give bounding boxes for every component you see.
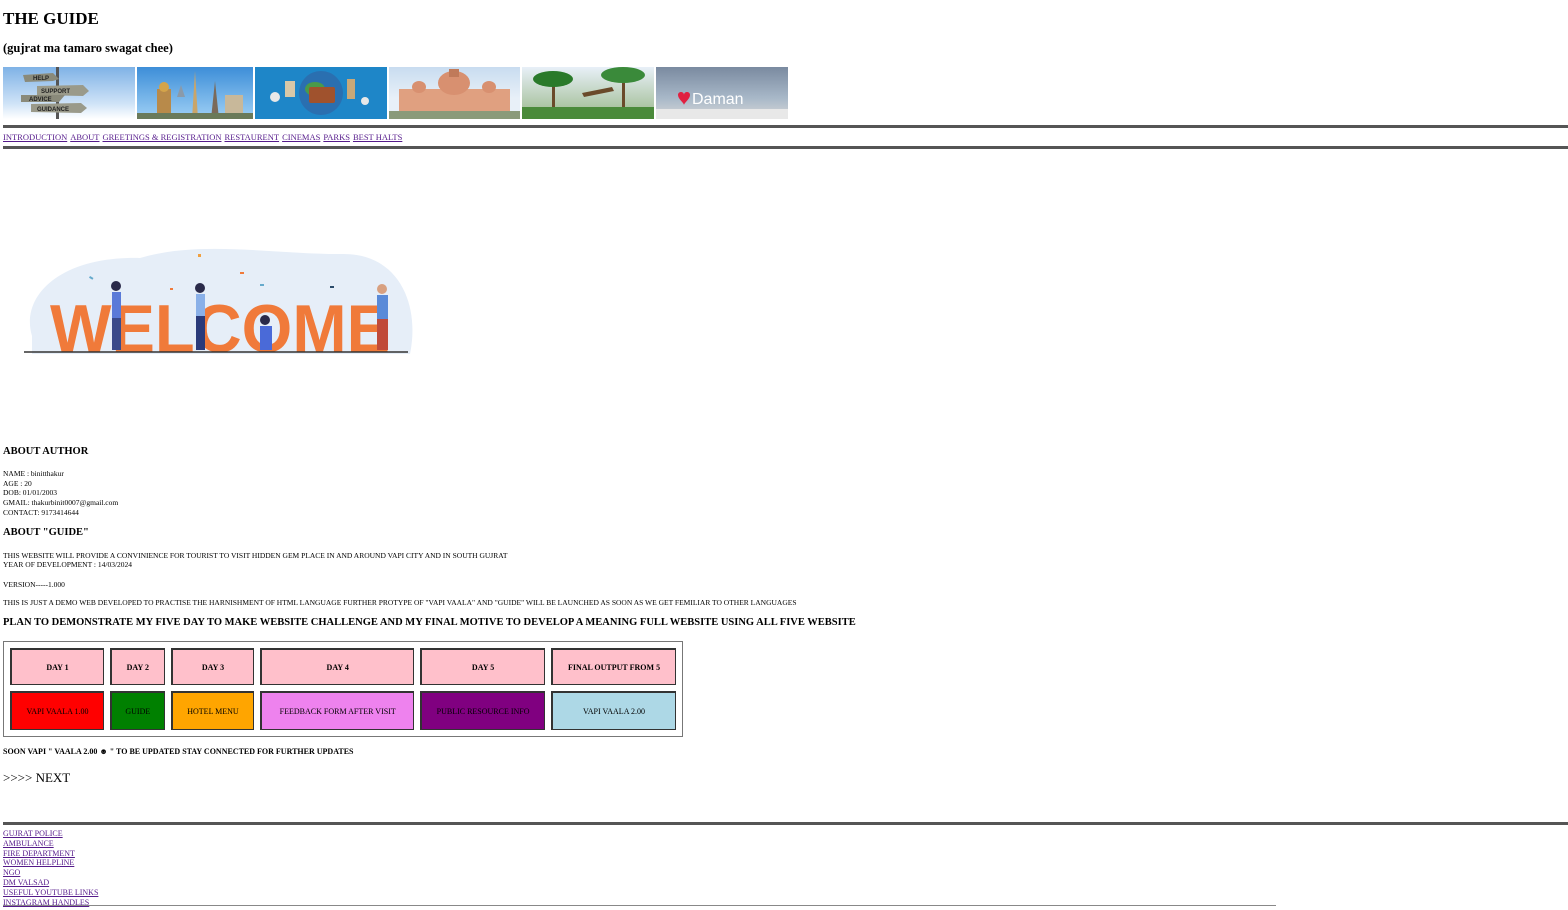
nav-link-about[interactable]: ABOUT [70, 132, 99, 142]
welcome-text: WELCOME [50, 291, 390, 360]
plan-table: DAY 1 DAY 2 DAY 3 DAY 4 DAY 5 FINAL OUTP… [3, 641, 683, 737]
soon-update-text: SOON VAPI " VAALA 2.00 ☻ " TO BE UPDATED… [3, 747, 354, 756]
nav-link-cinemas[interactable]: CINEMAS [282, 132, 320, 142]
footer-links: GUJRAT POLICE AMBULANCE FIRE DEPARTMENT … [3, 829, 98, 907]
signpost-support-text: SUPPORT [41, 89, 70, 95]
plan-heading: PLAN TO DEMONSTRATE MY FIVE DAY TO MAKE … [3, 617, 856, 628]
footer-divider [3, 822, 1568, 825]
plan-project-cell: FEEDBACK FORM AFTER VISIT [260, 691, 415, 730]
footer-link-fire-department[interactable]: FIRE DEPARTMENT [3, 849, 98, 859]
footer-link-useful-youtube-links[interactable]: USEFUL YOUTUBE LINKS [3, 888, 98, 898]
footer-link-women-helpline[interactable]: WOMEN HELPLINE [3, 858, 98, 868]
plan-project-cell: VAPI VAALA 2.00 [551, 691, 676, 730]
plan-day-cell: DAY 5 [420, 648, 546, 686]
author-name: NAME : binitthakur [3, 469, 64, 478]
plan-day-cell: DAY 2 [109, 648, 165, 686]
plan-day-cell: DAY 3 [170, 648, 255, 686]
daman-image: Daman [656, 67, 788, 119]
nav-link-restaurent[interactable]: RESTAURENT [225, 132, 280, 142]
author-age: AGE : 20 [3, 478, 32, 488]
palace-image [389, 67, 520, 119]
banner-images: HELP SUPPORT ADVICE GUIDANCE Daman [3, 67, 788, 119]
travel-globe-image [255, 67, 387, 119]
signpost-image: HELP SUPPORT ADVICE GUIDANCE [3, 67, 135, 119]
guide-note: THIS IS JUST A DEMO WEB DEVELOPED TO PRA… [3, 598, 797, 607]
plan-day-cell: DAY 1 [10, 648, 104, 686]
guide-year: YEAR OF DEVELOPMENT : 14/03/2024 [3, 560, 133, 569]
page-subtitle: (gujrat ma tamaro swagat chee) [3, 41, 173, 55]
author-gmail: GMAIL: thakurbinit0007@gmail.com [3, 498, 119, 508]
plan-project-cell: PUBLIC RESOURCE INFO [420, 691, 546, 730]
footer-link-gujrat-police[interactable]: GUJRAT POLICE [3, 829, 98, 839]
header-divider [3, 125, 1568, 128]
about-guide-heading: ABOUT "GUIDE" [3, 527, 89, 538]
plan-project-row: VAPI VAALA 1.00 GUIDE HOTEL MENU FEEDBAC… [10, 691, 676, 730]
signpost-advice-text: ADVICE [29, 97, 52, 103]
main-nav: INTRODUCTION ABOUT GREETINGS & REGISTRAT… [3, 132, 402, 142]
nav-link-best-halts[interactable]: BEST HALTS [353, 132, 402, 142]
park-image [522, 67, 654, 119]
plan-project-cell: VAPI VAALA 1.00 [10, 691, 104, 730]
author-details: NAME : binitthakur AGE : 20 DOB: 01/01/2… [3, 469, 118, 518]
footer-bottom-rule [3, 905, 1276, 906]
signpost-guidance-text: GUIDANCE [37, 107, 69, 113]
footer-link-ambulance[interactable]: AMBULANCE [3, 839, 98, 849]
author-contact: CONTACT: 9173414644 [3, 507, 79, 517]
footer-link-dm-valsad[interactable]: DM VALSAD [3, 878, 98, 888]
signpost-help-text: HELP [33, 76, 49, 82]
about-author-heading: ABOUT AUTHOR [3, 446, 89, 457]
welcome-illustration: WELCOME [20, 236, 415, 367]
daman-text: Daman [692, 91, 744, 108]
nav-link-introduction[interactable]: INTRODUCTION [3, 132, 67, 142]
plan-day-cell: DAY 4 [260, 648, 415, 686]
guide-version: VERSION-----1.000 [3, 580, 65, 589]
nav-divider [3, 146, 1568, 149]
world-landmarks-image [137, 67, 253, 119]
plan-project-cell: GUIDE [109, 691, 165, 730]
nav-link-parks[interactable]: PARKS [323, 132, 350, 142]
author-dob: DOB: 01/01/2003 [3, 488, 57, 498]
page-title: THE GUIDE [3, 9, 99, 28]
plan-project-cell: HOTEL MENU [170, 691, 255, 730]
plan-header-row: DAY 1 DAY 2 DAY 3 DAY 4 DAY 5 FINAL OUTP… [10, 648, 676, 686]
nav-link-greetings-registration[interactable]: GREETINGS & REGISTRATION [103, 132, 222, 142]
plan-day-cell: FINAL OUTPUT FROM 5 [551, 648, 676, 686]
next-link[interactable]: >>>> NEXT [3, 770, 70, 786]
footer-link-ngo[interactable]: NGO [3, 868, 98, 878]
